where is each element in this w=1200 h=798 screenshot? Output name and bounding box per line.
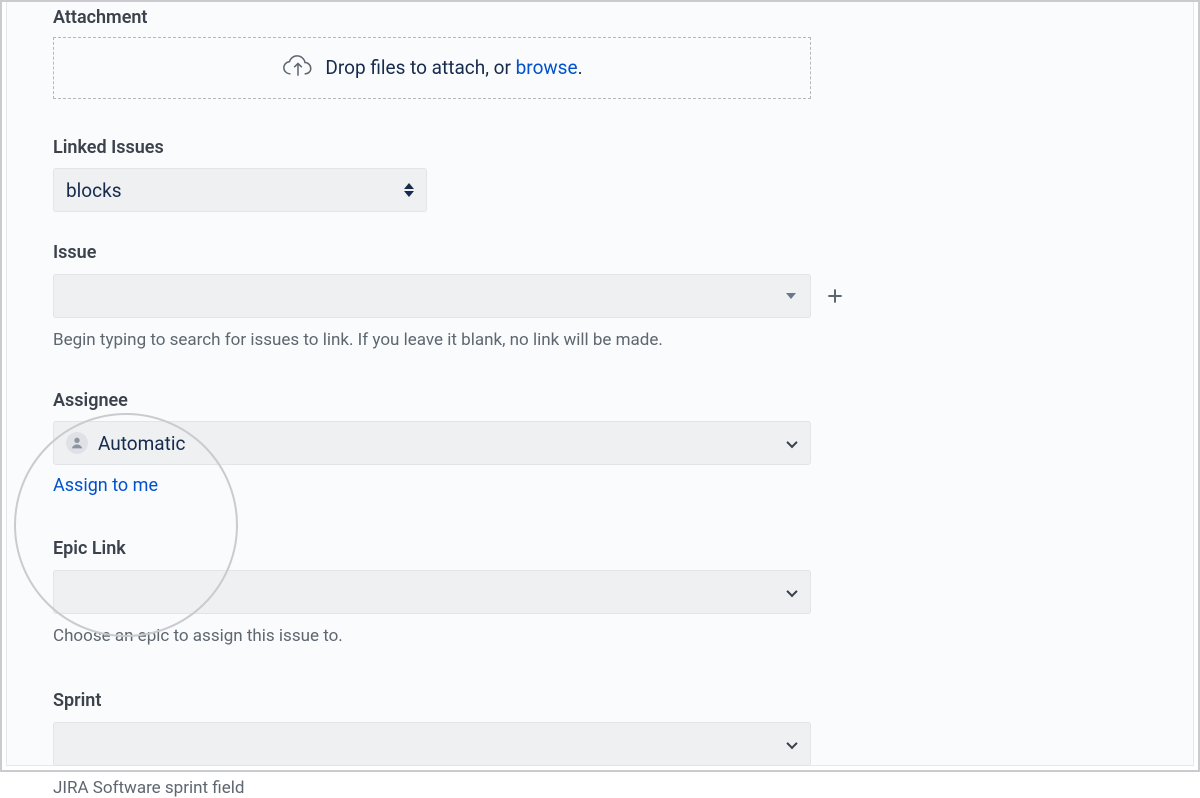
linked-issues-label: Linked Issues bbox=[53, 137, 1153, 159]
avatar-icon bbox=[66, 432, 88, 454]
form-content: Attachment Drop files to attach, or brow… bbox=[7, 1, 1193, 798]
assignee-section: Assignee Automatic Assign to me bbox=[53, 390, 1153, 497]
select-sort-icon bbox=[402, 179, 416, 201]
assignee-value: Automatic bbox=[98, 432, 185, 455]
attachment-dropzone[interactable]: Drop files to attach, or browse. bbox=[53, 37, 811, 99]
epic-link-helper: Choose an epic to assign this issue to. bbox=[53, 626, 1153, 646]
caret-down-icon bbox=[786, 293, 796, 299]
dropzone-row: Drop files to attach, or browse. bbox=[281, 54, 582, 82]
chevron-down-icon bbox=[786, 437, 797, 448]
issue-helper: Begin typing to search for issues to lin… bbox=[53, 330, 1153, 350]
sprint-helper: JIRA Software sprint field bbox=[53, 778, 1153, 798]
dropzone-text: Drop files to attach, or browse. bbox=[325, 56, 582, 79]
issue-section: Issue Begin typing to search for issues … bbox=[53, 242, 1153, 350]
assignee-value-wrap: Automatic bbox=[66, 432, 185, 455]
sprint-section: Sprint JIRA Software sprint field bbox=[53, 690, 1153, 798]
chevron-down-icon bbox=[786, 738, 797, 749]
epic-link-select[interactable] bbox=[53, 570, 811, 614]
sprint-select[interactable] bbox=[53, 722, 811, 766]
upload-cloud-icon bbox=[281, 54, 315, 82]
create-issue-form-panel: Attachment Drop files to attach, or brow… bbox=[6, 0, 1194, 766]
epic-link-section: Epic Link Choose an epic to assign this … bbox=[53, 538, 1153, 646]
issue-select[interactable] bbox=[53, 274, 811, 318]
assignee-select[interactable]: Automatic bbox=[53, 421, 811, 465]
attachment-label: Attachment bbox=[53, 7, 1153, 29]
attachment-section: Attachment Drop files to attach, or brow… bbox=[53, 1, 1153, 99]
linked-issues-section: Linked Issues blocks bbox=[53, 137, 1153, 213]
issue-row bbox=[53, 274, 1153, 318]
sprint-label: Sprint bbox=[53, 690, 1153, 712]
linked-issues-select[interactable]: blocks bbox=[53, 168, 427, 212]
browse-link[interactable]: browse bbox=[516, 56, 578, 79]
dropzone-prefix: Drop files to attach, or bbox=[325, 56, 515, 79]
add-issue-button[interactable] bbox=[823, 284, 847, 308]
issue-label: Issue bbox=[53, 242, 1153, 264]
epic-link-label: Epic Link bbox=[53, 538, 1153, 560]
assign-to-me-link[interactable]: Assign to me bbox=[53, 475, 158, 496]
linked-issues-value: blocks bbox=[66, 179, 122, 202]
assignee-label: Assignee bbox=[53, 390, 1153, 412]
chevron-down-icon bbox=[786, 586, 797, 597]
dropzone-suffix: . bbox=[578, 56, 583, 79]
